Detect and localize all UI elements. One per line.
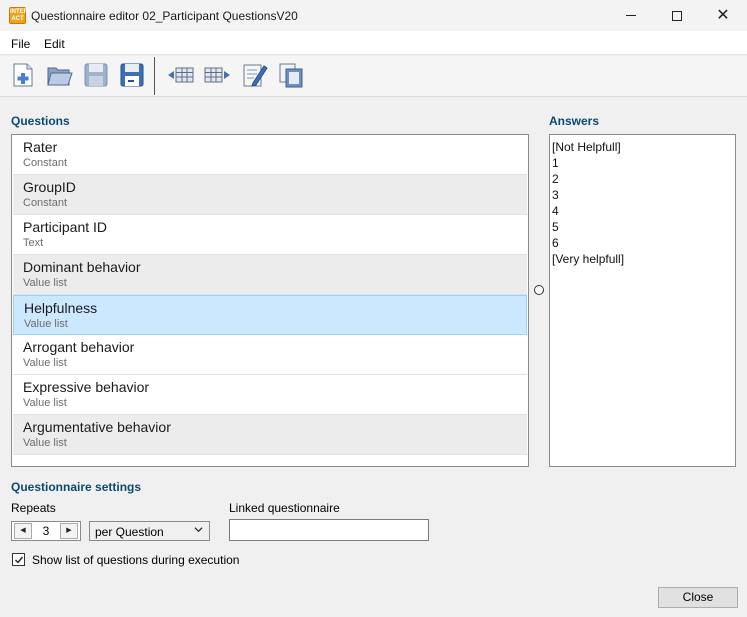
- question-name: Participant ID: [23, 219, 108, 235]
- app-logo-icon: INTER ACT: [9, 7, 28, 24]
- question-type: Value list: [23, 437, 67, 449]
- toolbar-separator: [154, 57, 155, 95]
- splitter-handle[interactable]: [534, 285, 544, 295]
- repeats-value[interactable]: 3: [34, 524, 58, 538]
- window-title: Questionnaire editor 02_Participant Ques…: [31, 9, 298, 23]
- menu-file[interactable]: File: [11, 37, 30, 51]
- repeat-mode-value: per Question: [95, 525, 164, 539]
- answer-item[interactable]: 3: [552, 187, 733, 203]
- question-item[interactable]: Arrogant behavior Value list: [13, 335, 527, 375]
- open-questionnaire-icon: [47, 67, 73, 86]
- chevron-down-icon: [194, 527, 203, 533]
- new-questionnaire-icon: [13, 63, 33, 87]
- arrow-right-icon: ▶: [66, 527, 72, 534]
- save-as-button[interactable]: [118, 61, 146, 89]
- question-name: Dominant behavior: [23, 259, 141, 275]
- settings-label: Questionnaire settings: [11, 480, 142, 494]
- menu-edit[interactable]: Edit: [44, 37, 65, 51]
- question-name: GroupID: [23, 179, 76, 195]
- answers-label: Answers: [549, 114, 600, 128]
- close-button[interactable]: Close: [658, 587, 738, 608]
- maximize-icon: [672, 10, 682, 21]
- question-type: Value list: [23, 397, 67, 409]
- question-type: Value list: [24, 318, 68, 330]
- question-name: Helpfulness: [24, 300, 98, 316]
- minimize-button[interactable]: [608, 0, 654, 31]
- question-item[interactable]: Participant ID Text: [13, 215, 527, 255]
- repeats-stepper[interactable]: ◀ 3 ▶: [11, 521, 81, 541]
- question-name: Expressive behavior: [23, 379, 150, 395]
- checkmark-icon: [15, 556, 24, 564]
- save-icon: [84, 63, 108, 87]
- question-item-selected[interactable]: Helpfulness Value list: [13, 295, 527, 335]
- answer-item[interactable]: 4: [552, 203, 733, 219]
- question-item[interactable]: Argumentative behavior Value list: [13, 415, 527, 455]
- answer-item[interactable]: 2: [552, 171, 733, 187]
- question-name: Rater: [23, 139, 58, 155]
- save-button[interactable]: [82, 61, 110, 89]
- question-type: Text: [23, 237, 44, 249]
- copy-question-button[interactable]: [277, 61, 305, 89]
- close-icon: ✕: [716, 6, 730, 24]
- questions-list[interactable]: Rater Constant GroupID Constant Particip…: [11, 134, 529, 467]
- question-item[interactable]: Expressive behavior Value list: [13, 375, 527, 415]
- question-type: Constant: [23, 197, 68, 209]
- open-questionnaire-button[interactable]: [45, 61, 73, 89]
- question-item[interactable]: GroupID Constant: [13, 175, 527, 215]
- linked-questionnaire-label: Linked questionnaire: [229, 501, 340, 515]
- copy-question-icon: [279, 63, 303, 88]
- arrow-left-icon: ◀: [20, 527, 26, 534]
- menu-bar: File Edit: [0, 31, 747, 55]
- insert-after-button[interactable]: [203, 61, 231, 89]
- insert-after-icon: [204, 67, 230, 83]
- save-as-icon: [120, 63, 144, 87]
- show-list-label[interactable]: Show list of questions during execution: [32, 553, 239, 567]
- question-name: Argumentative behavior: [23, 419, 171, 435]
- edit-question-icon: [243, 64, 268, 87]
- maximize-button[interactable]: [654, 0, 700, 31]
- repeat-mode-select[interactable]: per Question: [89, 521, 210, 541]
- question-type: Value list: [23, 277, 67, 289]
- minimize-icon: [626, 15, 636, 16]
- increment-button[interactable]: ▶: [60, 523, 78, 539]
- questions-label: Questions: [11, 114, 70, 128]
- answer-item[interactable]: [Not Helpfull]: [552, 139, 733, 155]
- new-questionnaire-button[interactable]: [9, 61, 37, 89]
- toolbar: [0, 56, 747, 97]
- answers-list[interactable]: [Not Helpfull] 1 2 3 4 5 6 [Very helpful…: [549, 134, 736, 467]
- question-item[interactable]: Dominant behavior Value list: [13, 255, 527, 295]
- close-window-button[interactable]: ✕: [700, 0, 746, 31]
- decrement-button[interactable]: ◀: [14, 523, 32, 539]
- answer-item[interactable]: [Very helpfull]: [552, 251, 733, 267]
- insert-before-button[interactable]: [167, 61, 195, 89]
- show-list-checkbox[interactable]: [12, 553, 25, 566]
- linked-questionnaire-input[interactable]: [229, 519, 429, 541]
- answer-item[interactable]: 5: [552, 219, 733, 235]
- title-bar: INTER ACT Questionnaire editor 02_Partici…: [0, 0, 747, 31]
- question-type: Value list: [23, 357, 67, 369]
- repeats-label: Repeats: [11, 501, 56, 515]
- question-item[interactable]: Rater Constant: [13, 135, 527, 175]
- question-type: Constant: [23, 157, 68, 169]
- edit-question-button[interactable]: [240, 61, 268, 89]
- answer-item[interactable]: 1: [552, 155, 733, 171]
- insert-before-icon: [168, 67, 194, 83]
- answer-item[interactable]: 6: [552, 235, 733, 251]
- question-name: Arrogant behavior: [23, 339, 135, 355]
